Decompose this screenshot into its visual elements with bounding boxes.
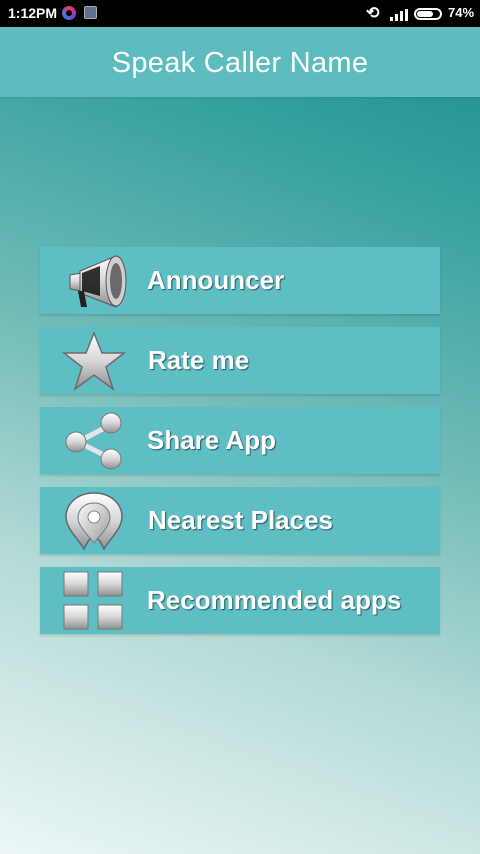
sync-off-icon: ⟲ bbox=[366, 5, 380, 22]
menu-item-label: Announcer bbox=[147, 265, 285, 295]
battery-icon bbox=[414, 8, 442, 20]
status-bar: 1:12PM ⟲ 74% bbox=[0, 0, 480, 27]
menu-item-label: Recommended apps bbox=[147, 585, 402, 615]
battery-percent: 74% bbox=[448, 5, 475, 20]
megaphone-icon bbox=[60, 251, 128, 311]
app-bar: Speak Caller Name bbox=[0, 27, 480, 97]
signal-icon bbox=[390, 9, 408, 21]
menu-item-label: Share App bbox=[147, 425, 277, 455]
menu-item-rate-me[interactable]: Rate me bbox=[40, 327, 440, 394]
main-menu: Announcer Rate me Share App Nearest Plac… bbox=[40, 247, 440, 647]
notification-app-icon bbox=[62, 6, 76, 20]
app-title: Speak Caller Name bbox=[111, 47, 369, 79]
notification-app-icon-2 bbox=[84, 6, 97, 19]
battery-fill bbox=[417, 11, 433, 17]
location-pin-icon bbox=[60, 491, 128, 551]
status-time: 1:12PM bbox=[8, 5, 58, 21]
menu-item-announcer[interactable]: Announcer bbox=[40, 247, 440, 314]
menu-item-share-app[interactable]: Share App bbox=[40, 407, 440, 474]
menu-item-recommended-apps[interactable]: Recommended apps bbox=[40, 567, 440, 634]
menu-item-nearest-places[interactable]: Nearest Places bbox=[40, 487, 440, 554]
share-icon bbox=[60, 411, 128, 471]
menu-item-label: Rate me bbox=[148, 345, 250, 375]
menu-item-label: Nearest Places bbox=[148, 505, 334, 535]
grid-icon bbox=[60, 571, 128, 631]
star-icon bbox=[60, 330, 128, 391]
